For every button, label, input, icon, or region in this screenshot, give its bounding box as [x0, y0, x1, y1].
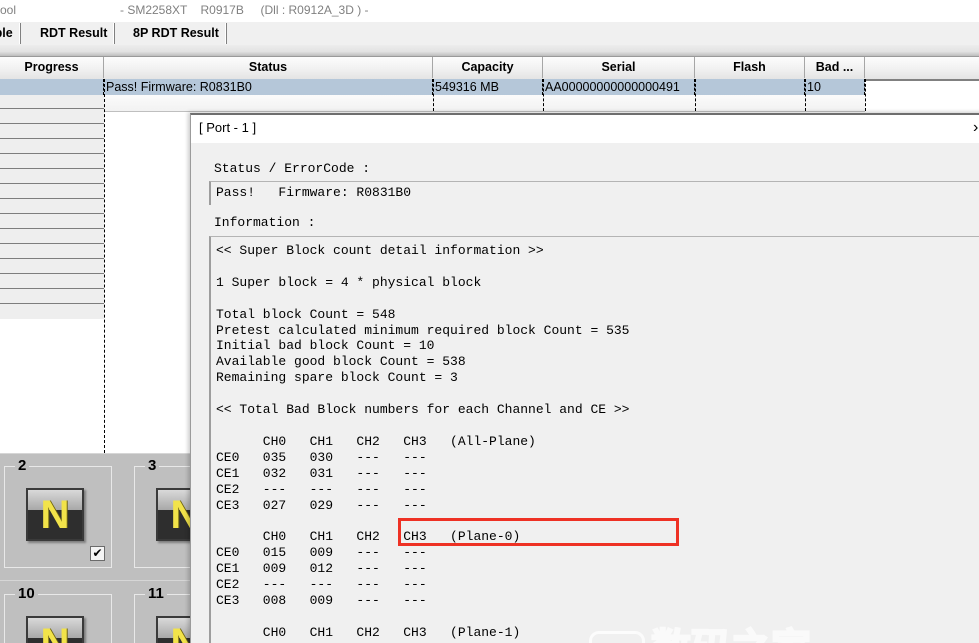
- port-slot-2[interactable]: 2 N ✔: [4, 466, 112, 568]
- status-errorcode-field: Pass! Firmware: R0831B0: [209, 181, 979, 205]
- cell-status: Pass! Firmware: R0831B0: [104, 79, 433, 95]
- tab-table[interactable]: Table: [0, 23, 21, 44]
- column-header-progress[interactable]: Progress: [0, 57, 104, 78]
- slot-checkbox[interactable]: ✔: [90, 546, 105, 561]
- column-header-flash[interactable]: Flash: [695, 57, 805, 78]
- list-header-row: Progress Status Capacity Serial Flash Ba…: [0, 57, 979, 81]
- port-slot-10[interactable]: 10 N: [4, 594, 112, 643]
- dialog-title: [ Port - 1 ]: [199, 120, 256, 135]
- table-row[interactable]: [0, 154, 104, 169]
- status-errorcode-label: Status / ErrorCode :: [214, 161, 370, 176]
- column-header-serial[interactable]: Serial: [543, 57, 695, 78]
- cell-progress: [0, 79, 104, 95]
- tab-rdt-result[interactable]: RDT Result: [33, 23, 115, 44]
- screen-root: ool - SM2258XT R0917B (Dll : R0912A_3D )…: [0, 0, 979, 643]
- slot-number: 3: [145, 458, 159, 474]
- table-row[interactable]: [0, 259, 104, 274]
- column-separator: [695, 79, 696, 111]
- close-icon[interactable]: ›: [973, 119, 978, 137]
- table-row[interactable]: [0, 94, 104, 109]
- slot-number: 11: [145, 586, 167, 602]
- table-row[interactable]: [0, 304, 104, 319]
- slot-letter: N: [28, 618, 82, 643]
- table-row[interactable]: [0, 199, 104, 214]
- column-separator: [433, 79, 434, 111]
- cell-capacity: 549316 MB: [433, 79, 543, 95]
- table-row[interactable]: [0, 214, 104, 229]
- toolbar-strip: [0, 45, 979, 57]
- column-separator: [543, 79, 544, 111]
- slot-number: 2: [15, 458, 29, 474]
- dialog-title-bar[interactable]: [ Port - 1 ] ›: [191, 115, 979, 143]
- dialog-body: Status / ErrorCode : Pass! Firmware: R08…: [191, 143, 979, 643]
- column-separator: [865, 79, 866, 111]
- column-header-extra[interactable]: [865, 57, 979, 78]
- information-textarea[interactable]: << Super Block count detail information …: [209, 236, 979, 643]
- drive-icon: N: [26, 488, 84, 541]
- column-header-capacity[interactable]: Capacity: [433, 57, 543, 78]
- app-title-device-info: - SM2258XT R0917B (Dll : R0912A_3D ) -: [120, 3, 369, 17]
- table-row[interactable]: [0, 109, 104, 124]
- table-row[interactable]: [0, 229, 104, 244]
- table-row[interactable]: [0, 139, 104, 154]
- cell-bad: 10: [805, 79, 865, 95]
- column-header-status[interactable]: Status: [104, 57, 433, 78]
- table-row[interactable]: [0, 274, 104, 289]
- tab-bar: Table RDT Result 8P RDT Result: [0, 22, 979, 46]
- column-separator: [805, 79, 806, 111]
- port-detail-dialog: [ Port - 1 ] › Status / ErrorCode : Pass…: [190, 113, 979, 643]
- table-row[interactable]: [0, 169, 104, 184]
- drive-icon: N: [26, 616, 84, 643]
- column-header-bad[interactable]: Bad ...: [805, 57, 865, 78]
- slot-number: 10: [15, 586, 38, 602]
- slot-letter: N: [28, 490, 82, 539]
- progress-column-rows: [0, 79, 104, 319]
- table-row[interactable]: [104, 95, 865, 112]
- table-row[interactable]: [0, 184, 104, 199]
- column-separator: [104, 79, 105, 453]
- slot-row-divider: [0, 580, 203, 581]
- status-errorcode-value: Pass! Firmware: R0831B0: [216, 185, 411, 200]
- cell-flash: [695, 79, 805, 95]
- table-row[interactable]: [0, 124, 104, 139]
- information-content: << Super Block count detail information …: [216, 243, 629, 641]
- table-row[interactable]: [0, 244, 104, 259]
- app-title-strip: ool - SM2258XT R0917B (Dll : R0912A_3D )…: [0, 0, 979, 22]
- tab-8p-rdt-result[interactable]: 8P RDT Result: [126, 23, 227, 44]
- table-row[interactable]: [0, 289, 104, 304]
- app-title-left: ool: [0, 3, 16, 17]
- port-slot-panel: 2 N ✔ 3 N 10 N 11 N: [0, 453, 203, 643]
- information-label: Information :: [214, 215, 315, 230]
- cell-serial: AA00000000000000491: [543, 79, 695, 95]
